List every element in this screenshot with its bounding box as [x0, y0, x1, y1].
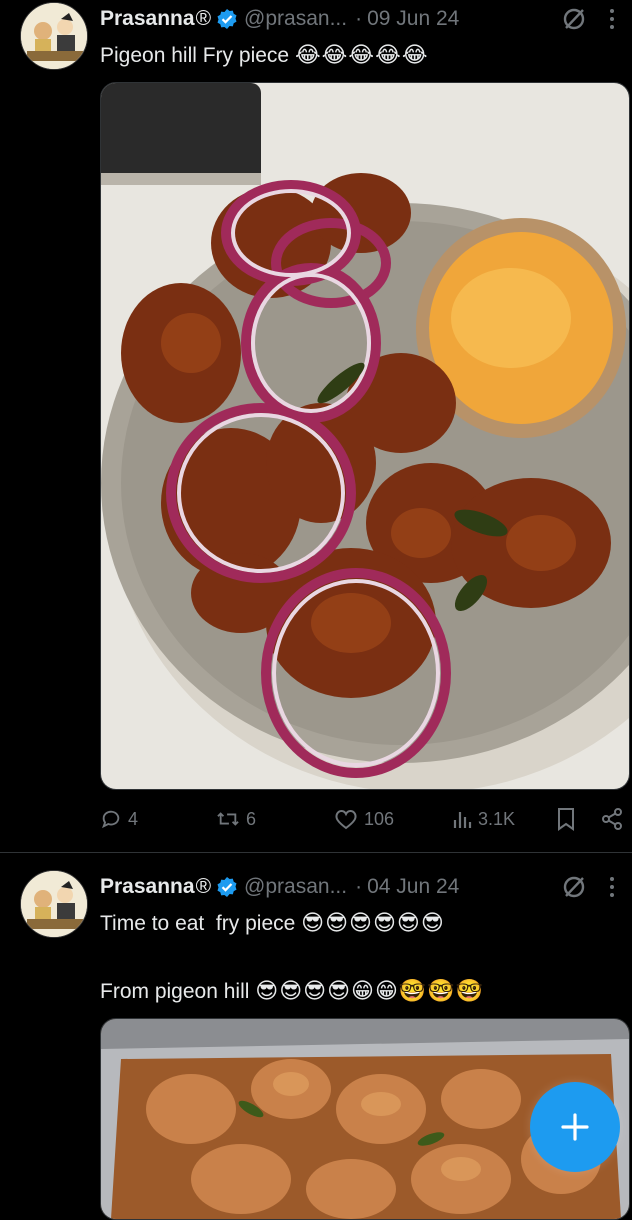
plus-icon [561, 1113, 589, 1141]
emoji-row: 😎😎😎😎😎😎 [301, 910, 445, 935]
repost-count: 6 [246, 808, 257, 829]
views-chart-icon [453, 812, 472, 828]
more-options-icon[interactable] [602, 870, 622, 904]
tweet-date[interactable]: 04 Jun 24 [367, 875, 459, 899]
emoji: 😁 [374, 978, 398, 1003]
tweet-text-body: From pigeon hill [100, 980, 250, 1003]
emoji: 😂 [401, 42, 428, 67]
author-handle[interactable]: @prasan... [244, 7, 347, 31]
reply-icon [102, 810, 120, 829]
food-plate-photo-icon [101, 83, 629, 789]
tweet-1[interactable]: Prasanna ® @prasan... · 09 Jun 24 Pigeon … [0, 0, 632, 850]
tweet-actions: 4 6 106 3.1K [100, 802, 622, 836]
bookmark-icon [558, 808, 574, 831]
emoji: 😎 [303, 978, 327, 1003]
verified-badge-icon[interactable] [216, 8, 238, 30]
registered-mark: ® [195, 7, 212, 30]
author-avatar[interactable] [20, 870, 88, 938]
grok-icon[interactable] [560, 870, 588, 904]
tweet-header: Prasanna ® @prasan... · 04 Jun 24 [100, 870, 632, 904]
repost-icon [217, 812, 239, 826]
like-button[interactable]: 106 [334, 802, 394, 836]
tweet-text-line-2: From pigeon hill 😎😎😎😎😁😁🤓🤓🤓 [100, 974, 612, 1009]
like-count: 106 [364, 808, 395, 829]
author-handle[interactable]: @prasan... [244, 875, 347, 899]
tweet-text-body: Pigeon hill Fry piece [100, 44, 290, 67]
emoji: 😎 [301, 910, 325, 935]
emoji: 🤓 [398, 978, 427, 1003]
emoji: 😎 [325, 910, 349, 935]
emoji: 😂 [294, 42, 321, 67]
emoji: 😎 [279, 978, 303, 1003]
share-button[interactable] [600, 802, 624, 836]
emoji-row: 😂😂😂😂😂 [294, 42, 429, 67]
emoji: 😎 [349, 910, 372, 935]
emoji: 😂 [321, 42, 348, 67]
tweet-divider [0, 852, 632, 853]
tweet-header: Prasanna ® @prasan... · 09 Jun 24 [100, 2, 632, 36]
emoji: 😎 [372, 910, 396, 935]
repost-button[interactable]: 6 [216, 802, 256, 836]
grok-icon[interactable] [560, 2, 588, 36]
reply-count: 4 [128, 808, 139, 829]
reply-button[interactable]: 4 [100, 802, 138, 836]
emoji: 😎 [255, 978, 279, 1003]
separator-dot: · [355, 875, 363, 898]
tweet-text-line-1: Time to eat fry piece 😎😎😎😎😎😎 [100, 906, 612, 941]
compose-button[interactable] [530, 1082, 620, 1172]
views-button[interactable]: 3.1K [452, 802, 515, 836]
emoji: 😎 [396, 910, 420, 935]
author-name[interactable]: Prasanna [100, 875, 195, 899]
tweet-text-body: Time to eat fry piece [100, 912, 296, 935]
tweet-text: Pigeon hill Fry piece 😂😂😂😂😂 [100, 38, 612, 73]
views-count: 3.1K [478, 808, 516, 829]
verified-badge-icon[interactable] [216, 876, 238, 898]
more-options-icon[interactable] [602, 2, 622, 36]
emoji: 🤓 [455, 978, 484, 1003]
emoji: 😎 [420, 910, 444, 935]
tweet-photo[interactable] [100, 82, 630, 790]
emoji: 😎 [327, 978, 350, 1003]
emoji-row: 😎😎😎😎😁😁🤓🤓🤓 [255, 978, 484, 1003]
author-avatar[interactable] [20, 2, 88, 70]
tweet-date[interactable]: 09 Jun 24 [367, 7, 459, 31]
avatar-cartoon-icon [21, 871, 87, 937]
bookmark-button[interactable] [556, 802, 576, 836]
emoji: 😁 [351, 978, 374, 1003]
emoji: 😂 [348, 42, 375, 67]
separator-dot: · [355, 7, 363, 30]
emoji: 😂 [375, 42, 401, 67]
emoji: 🤓 [427, 978, 455, 1003]
author-name[interactable]: Prasanna [100, 7, 195, 31]
share-icon [602, 808, 622, 830]
registered-mark: ® [195, 875, 212, 898]
avatar-cartoon-icon [21, 3, 87, 69]
heart-icon [335, 810, 357, 830]
